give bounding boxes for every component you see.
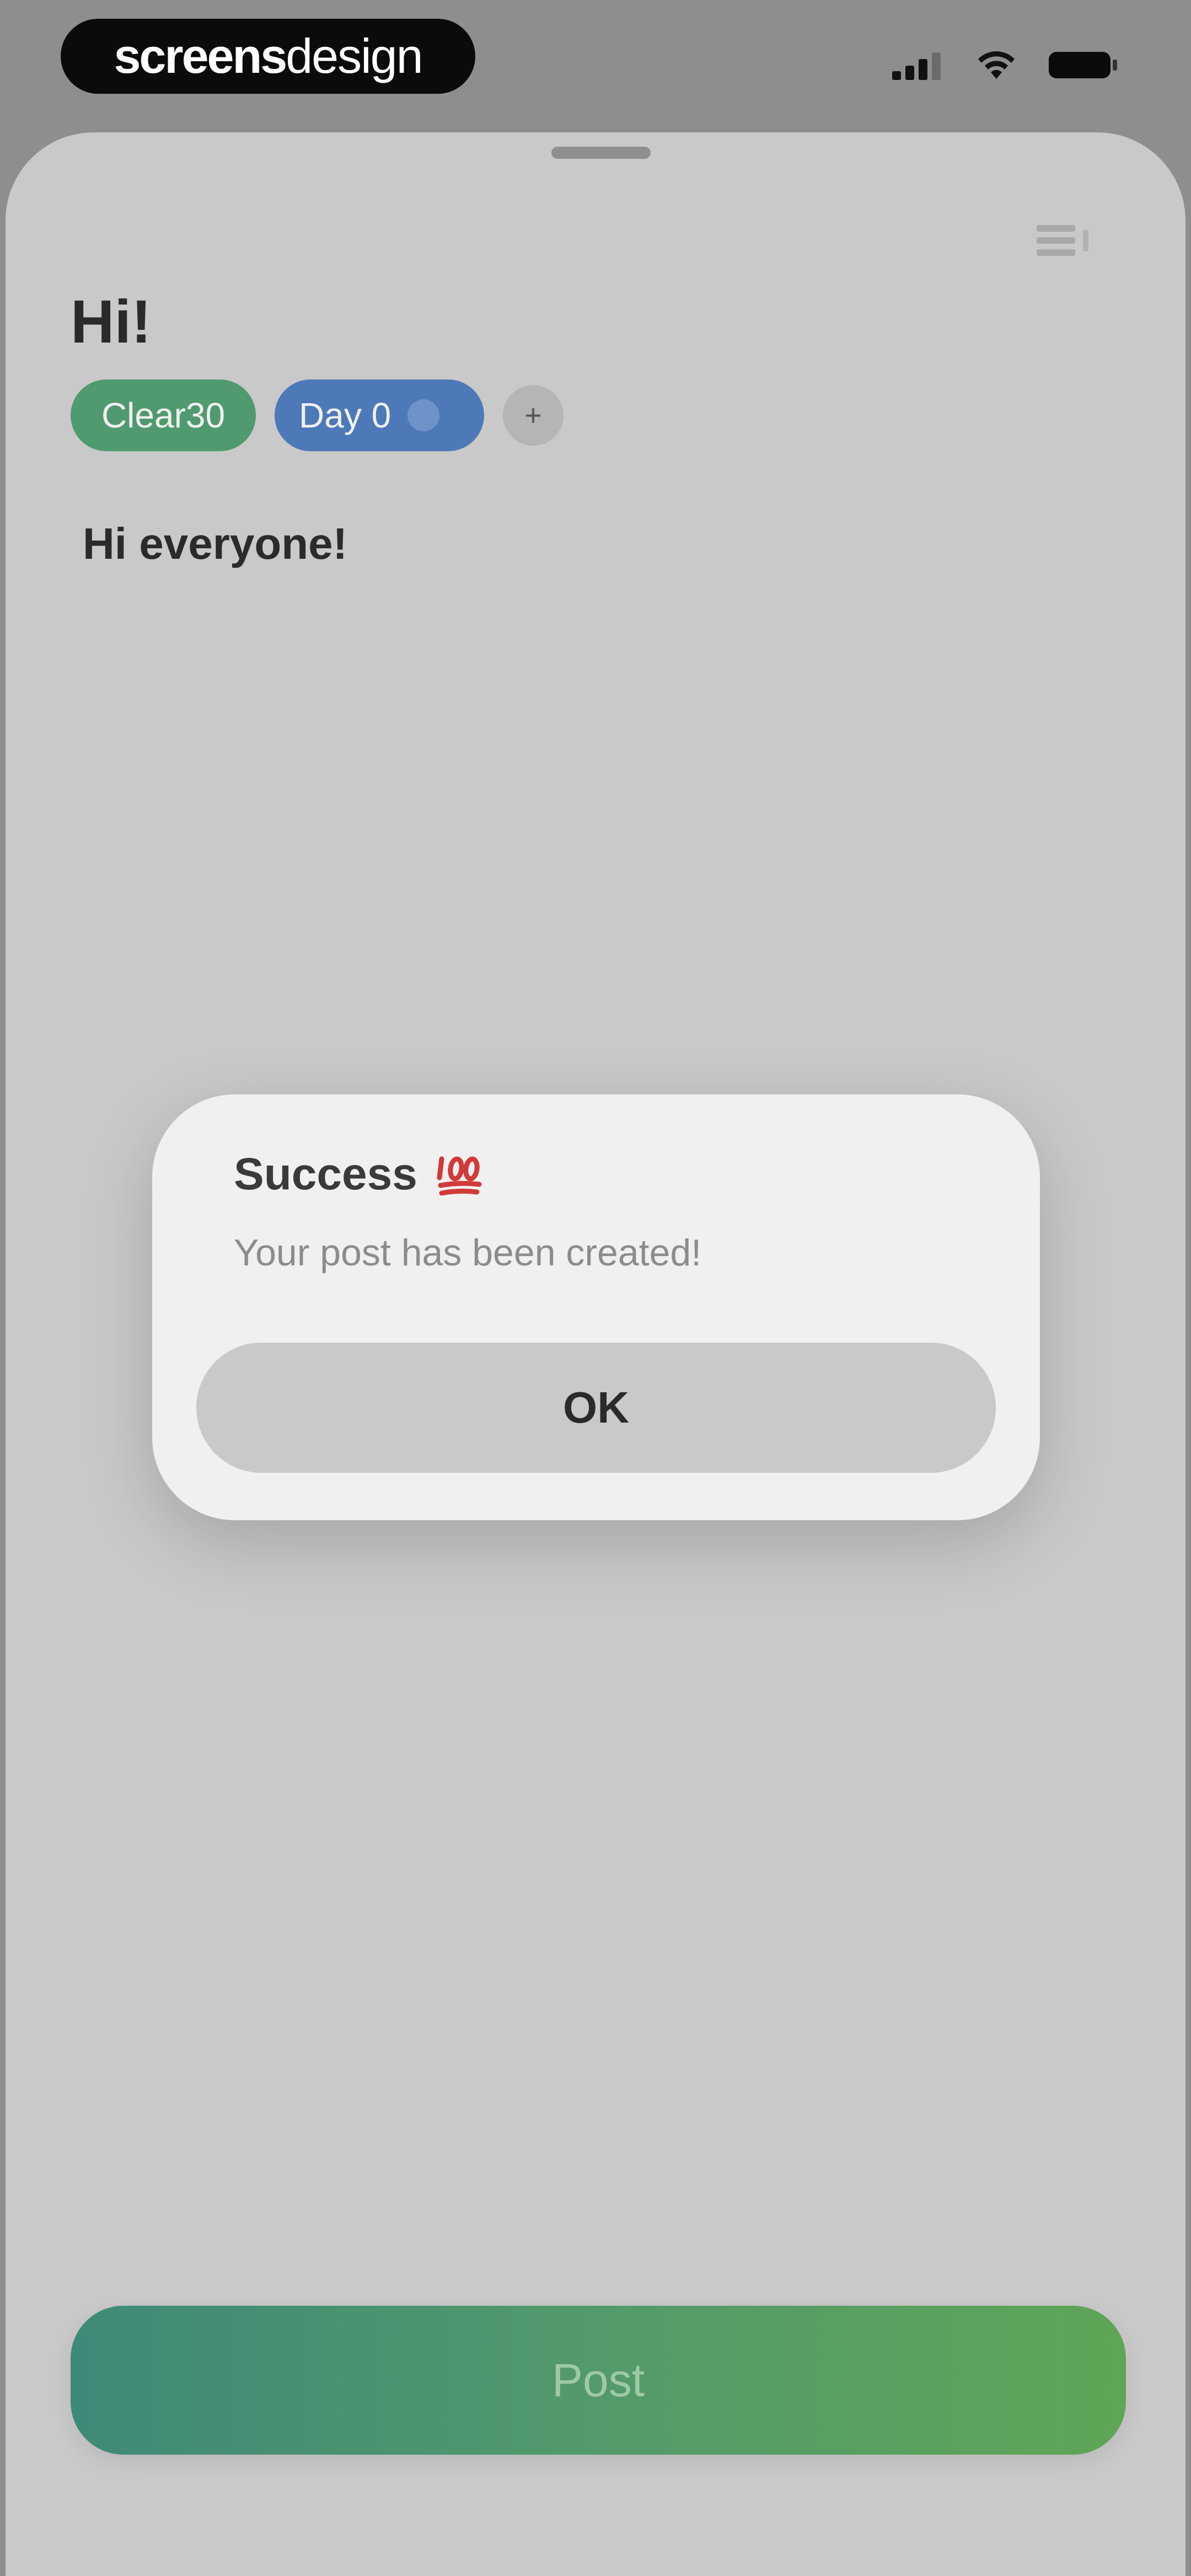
cellular-signal-icon [892,52,941,80]
add-tag-button[interactable]: + [503,385,564,446]
success-alert-dialog: Success Your post has been created! OK [152,1094,1040,1520]
post-button[interactable]: Post [71,2306,1126,2455]
wifi-icon [978,51,1015,79]
page-title: Hi! [71,288,152,356]
plus-icon: + [524,399,542,432]
ok-button[interactable]: OK [196,1343,996,1473]
brand-logo-part-2: design [286,29,423,83]
tag-day-0-label: Day 0 [299,396,391,435]
sheet-grabber-handle[interactable] [551,147,651,159]
tag-clear30[interactable]: Clear30 [71,380,256,451]
alert-message: Your post has been created! [234,1232,702,1274]
alert-title: Success [234,1149,417,1199]
brand-logo-part-1: screens [114,29,287,83]
tag-clear30-label: Clear30 [101,396,226,435]
status-bar: screens design [0,0,1191,127]
brand-logo: screens design [61,19,475,94]
tag-remove-icon[interactable] [407,399,440,431]
battery-icon [1049,52,1117,78]
tag-list: Clear30 Day 0 + [71,380,564,451]
alert-title-row: Success [234,1148,485,1200]
hundred-points-icon [437,1156,482,1196]
post-text-field[interactable]: Hi everyone! [83,519,347,569]
status-icons [892,50,1119,81]
format-text-icon[interactable] [1031,215,1097,265]
tag-day-0[interactable]: Day 0 [275,380,484,451]
